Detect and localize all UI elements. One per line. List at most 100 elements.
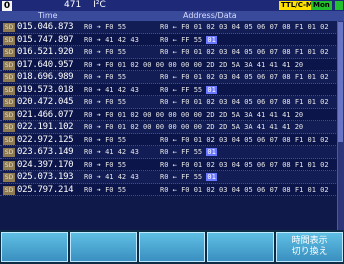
timestamp: 025.797.214	[17, 184, 74, 195]
table-row[interactable]: SD 017.640.957 R0 ➔ F0 01 02 00 00 00 00 0…	[0, 58, 344, 71]
column-header: Time Address/Data	[0, 11, 344, 21]
read-segment-text: R0 ← F0 01 02 03 04 05 06 07 08 F1 01 02	[160, 23, 329, 31]
write-segment: R0 ➔ 41 42 43	[84, 148, 139, 156]
table-row[interactable]: SD 021.466.077 R0 ➔ F0 01 02 00 00 00 00 0…	[0, 108, 344, 121]
timestamp: 017.640.957	[17, 59, 74, 70]
mode-badge: Mon	[311, 1, 332, 10]
timestamp: 018.696.989	[17, 72, 74, 82]
read-segment: R0 ← FF 55 01	[160, 171, 217, 184]
channel-badge: 0	[2, 0, 12, 11]
sd-tag: SD	[3, 135, 15, 145]
read-segment: R0 ← FF 55 01	[160, 146, 217, 159]
sd-tag: SD	[3, 148, 15, 157]
table-row[interactable]: SD 015.747.897 R0 ➔ 41 42 43 R0 ← FF 55 01	[0, 33, 344, 47]
write-segment: R0 ➔ F0 55	[84, 48, 127, 56]
read-segment-text: R0 ← FF 55	[160, 173, 203, 181]
table-row[interactable]: SD 016.521.920 R0 ➔ F0 55 R0 ← F0 01 02 03 …	[0, 46, 344, 59]
read-segment: R0 ← F0 01 02 03 04 05 06 07 08 F1 01 02	[160, 46, 329, 59]
table-row[interactable]: SD 022.972.125 R0 ➔ F0 55 R0 ← F0 01 02 03 …	[0, 133, 344, 147]
read-segment: R0 ← FF 55 01	[160, 34, 217, 47]
timestamp: 022.972.125	[17, 134, 74, 145]
softkey-2[interactable]	[69, 232, 137, 262]
sd-tag: SD	[3, 185, 15, 195]
highlighted-byte: 01	[206, 148, 217, 156]
table-row[interactable]: SD 023.673.149 R0 ➔ 41 42 43 R0 ← FF 55 01	[0, 146, 344, 159]
softkey-bar: 時間表示 切り換え	[0, 230, 344, 264]
write-segment: R0 ➔ F0 55	[84, 98, 127, 106]
time-display-toggle-button[interactable]: 時間表示 切り換え	[276, 232, 343, 262]
timestamp: 016.521.920	[17, 47, 74, 57]
highlighted-byte: 01	[206, 173, 217, 181]
write-segment: R0 ➔ 41 42 43	[84, 85, 139, 94]
write-segment: R0 ➔ F0 01 02 00 00 00 00 00 2D 2D 5A 3A…	[84, 110, 304, 119]
write-segment: R0 ➔ 41 42 43	[84, 173, 139, 181]
sd-tag: SD	[3, 160, 15, 170]
sd-tag: SD	[3, 23, 15, 32]
write-segment: R0 ➔ F0 55	[84, 160, 127, 169]
softkey-label-line-1: 時間表示	[291, 236, 328, 246]
read-segment-text: R0 ← F0 01 02 03 04 05 06 07 08 F1 01 02	[160, 48, 329, 56]
read-segment-text: R0 ← FF 55	[160, 148, 203, 156]
table-row[interactable]: SD 019.573.018 R0 ➔ 41 42 43 R0 ← FF 55 01	[0, 83, 344, 97]
timestamp: 024.397.170	[17, 159, 74, 170]
write-segment: R0 ➔ F0 55	[84, 73, 127, 81]
write-segment: R0 ➔ F0 01 02 00 00 00 00 00 2D 2D 5A 3A…	[84, 60, 304, 69]
table-row[interactable]: SD 018.696.989 R0 ➔ F0 55 R0 ← F0 01 02 03 …	[0, 71, 344, 84]
read-segment: R0 ← FF 55 01	[160, 84, 217, 97]
scrollbar-thumb[interactable]	[338, 22, 343, 142]
highlighted-byte: 01	[206, 85, 217, 94]
packet-count: 471	[64, 0, 82, 10]
timestamp: 015.747.897	[17, 34, 74, 45]
sd-tag: SD	[3, 35, 15, 45]
read-segment-text: R0 ← F0 01 02 03 04 05 06 07 08 F1 01 02	[160, 185, 329, 194]
table-row[interactable]: SD 024.397.170 R0 ➔ F0 55 R0 ← F0 01 02 03 …	[0, 158, 344, 172]
read-segment-text: R0 ← F0 01 02 03 04 05 06 07 08 F1 01 02	[160, 160, 329, 169]
table-row[interactable]: SD 020.472.045 R0 ➔ F0 55 R0 ← F0 01 02 03 …	[0, 96, 344, 109]
write-segment: R0 ➔ 41 42 43	[84, 35, 139, 44]
read-segment-text: R0 ← FF 55	[160, 35, 203, 44]
read-segment: R0 ← F0 01 02 03 04 05 06 07 08 F1 01 02	[160, 96, 329, 109]
softkey-label-line-2: 切り換え	[291, 247, 328, 257]
read-segment: R0 ← F0 01 02 03 04 05 06 07 08 F1 01 02	[160, 159, 329, 172]
timestamp: 023.673.149	[17, 147, 74, 157]
status-indicator	[335, 1, 343, 10]
read-segment: R0 ← F0 01 02 03 04 05 06 07 08 F1 01 02	[160, 134, 329, 147]
sd-tag: SD	[3, 98, 15, 107]
sd-tag: SD	[3, 110, 15, 120]
timestamp: 021.466.077	[17, 109, 74, 120]
write-segment: R0 ➔ F0 55	[84, 23, 127, 31]
sd-tag: SD	[3, 123, 15, 132]
read-segment-text: R0 ← F0 01 02 03 04 05 06 07 08 F1 01 02	[160, 73, 329, 81]
sd-tag: SD	[3, 173, 15, 182]
status-bar: 0 471 I²C TTL/C-MOS Mon	[0, 0, 344, 11]
read-segment-text: R0 ← F0 01 02 03 04 05 06 07 08 F1 01 02	[160, 135, 329, 144]
timestamp: 020.472.045	[17, 97, 74, 107]
timestamp: 025.073.193	[17, 172, 74, 182]
write-segment: R0 ➔ F0 01 02 00 00 00 00 00 2D 2D 5A 3A…	[84, 123, 304, 131]
read-segment: R0 ← F0 01 02 03 04 05 06 07 08 F1 01 02	[160, 71, 329, 84]
timestamp: 022.191.102	[17, 122, 74, 132]
sd-tag: SD	[3, 73, 15, 82]
softkey-1[interactable]	[1, 232, 68, 262]
timestamp: 019.573.018	[17, 84, 74, 95]
softkey-3[interactable]	[138, 232, 206, 262]
timestamp: 015.046.873	[17, 22, 74, 32]
read-segment: R0 ← F0 01 02 03 04 05 06 07 08 F1 01 02	[160, 21, 329, 34]
read-segment-text: R0 ← F0 01 02 03 04 05 06 07 08 F1 01 02	[160, 98, 329, 106]
table-row[interactable]: SD 025.797.214 R0 ➔ F0 55 R0 ← F0 01 02 03 …	[0, 183, 344, 197]
highlighted-byte: 01	[206, 35, 217, 44]
table-row[interactable]: SD 022.191.102 R0 ➔ F0 01 02 00 00 00 00 0…	[0, 121, 344, 134]
packet-list[interactable]: SD 015.046.873 R0 ➔ F0 55 R0 ← F0 01 02 03 …	[0, 21, 344, 196]
table-row[interactable]: SD 025.073.193 R0 ➔ 41 42 43 R0 ← FF 55 01	[0, 171, 344, 184]
write-segment: R0 ➔ F0 55	[84, 185, 127, 194]
write-segment: R0 ➔ F0 55	[84, 135, 127, 144]
softkey-4[interactable]	[207, 232, 275, 262]
protocol-label: I²C	[93, 0, 106, 10]
sd-tag: SD	[3, 48, 15, 57]
table-row[interactable]: SD 015.046.873 R0 ➔ F0 55 R0 ← F0 01 02 03 …	[0, 21, 344, 34]
sd-tag: SD	[3, 60, 15, 70]
read-segment-text: R0 ← FF 55	[160, 85, 203, 94]
sd-tag: SD	[3, 85, 15, 95]
read-segment: R0 ← F0 01 02 03 04 05 06 07 08 F1 01 02	[160, 184, 329, 197]
time-column-header: Time	[38, 11, 58, 20]
